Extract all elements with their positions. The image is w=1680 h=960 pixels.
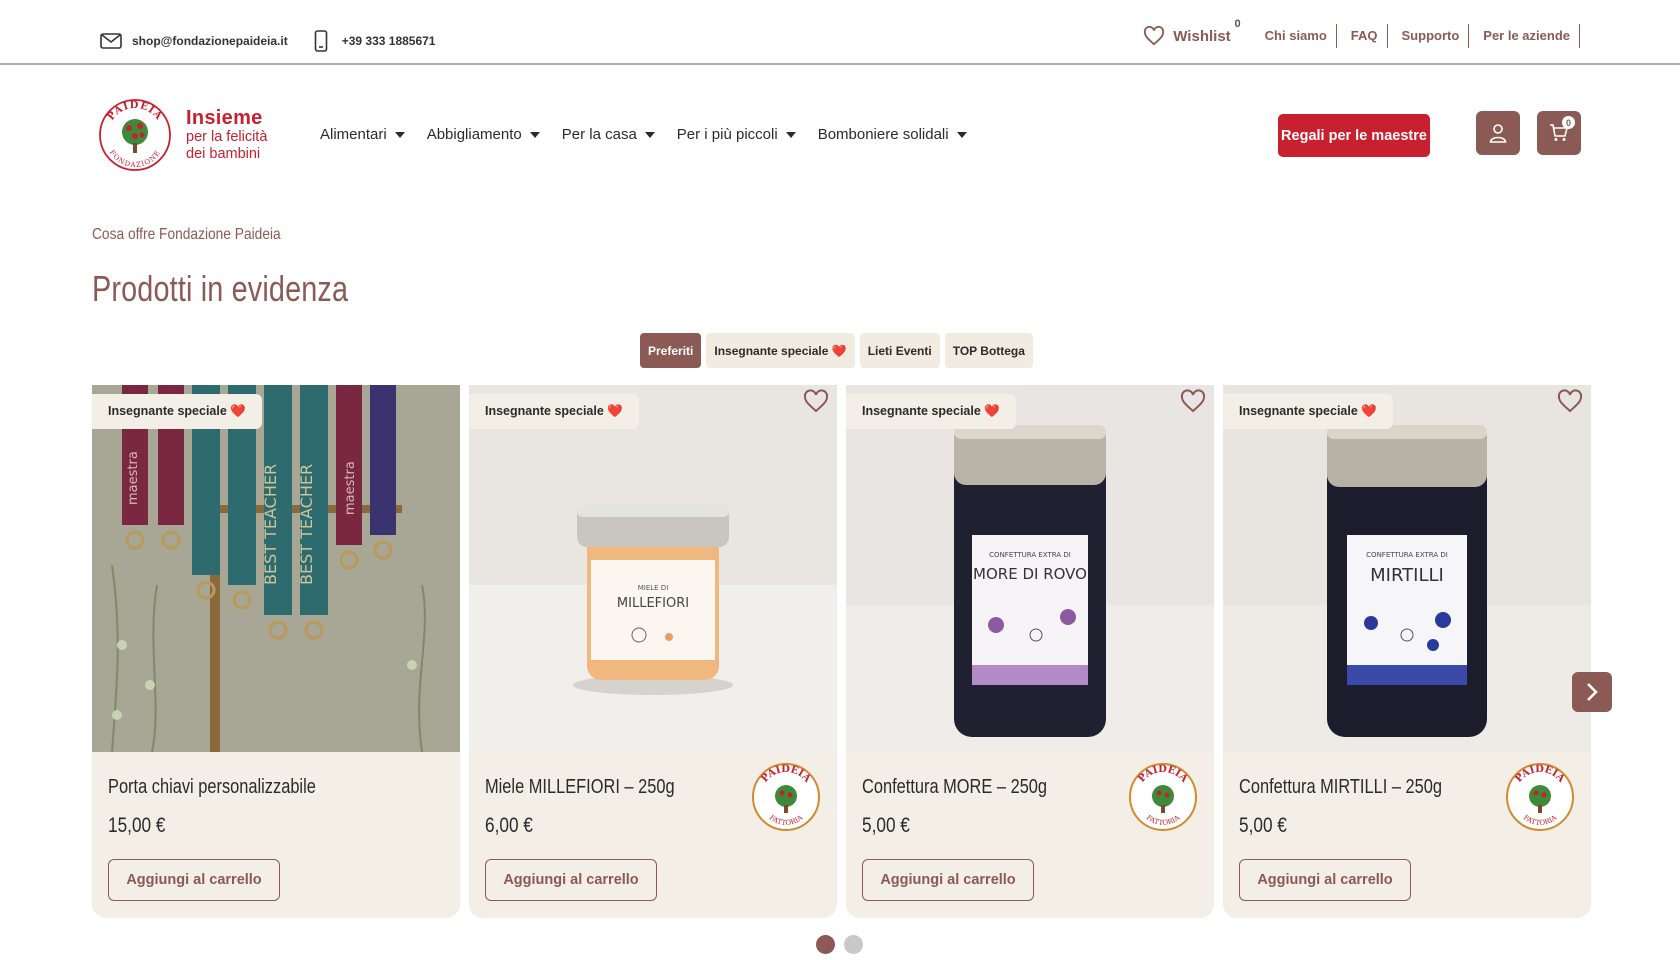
tab-top-bottega[interactable]: TOP Bottega (944, 333, 1033, 368)
svg-text:MIELE DI: MIELE DI (638, 584, 669, 592)
product-image-lanyards[interactable]: maestra BEST TEACHER BEST TEACHER maestr… (92, 385, 460, 752)
caret-down-icon (785, 131, 796, 138)
wishlist-heart-icon[interactable] (1557, 389, 1583, 415)
tab-lieti-eventi[interactable]: Lieti Eventi (859, 333, 940, 368)
product-badge: Insegnante speciale ❤️ (1223, 394, 1393, 429)
site-logo[interactable]: PAIDEIA FONDAZIONE Insieme per la felici… (98, 98, 267, 172)
caret-down-icon (644, 131, 655, 138)
tab-insegnante-speciale[interactable]: Insegnante speciale ❤️ (706, 333, 855, 368)
product-tabs: Preferiti Insegnante speciale ❤️ Lieti E… (640, 333, 1038, 368)
svg-text:maestra: maestra (126, 451, 141, 505)
link-per-le-aziende[interactable]: Per le aziende (1469, 24, 1580, 48)
link-chi-siamo[interactable]: Chi siamo (1251, 24, 1337, 48)
product-price: 15,00 € (108, 814, 166, 837)
product-card[interactable]: CONFETTURA EXTRA DI MORE DI ROVO Insegna… (846, 385, 1214, 918)
svg-text:BEST TEACHER: BEST TEACHER (297, 464, 316, 585)
nav-bomboniere-solidali[interactable]: Bomboniere solidali (818, 126, 967, 143)
wishlist-heart-icon[interactable] (803, 389, 829, 415)
regali-maestre-button[interactable]: Regali per le maestre (1278, 114, 1430, 157)
add-to-cart-button[interactable]: Aggiungi al carrello (862, 859, 1034, 901)
email-link[interactable]: shop@fondazionepaideia.it (132, 34, 288, 48)
wishlist-link[interactable]: Wishlist 0 (1143, 18, 1241, 46)
svg-text:MILLEFIORI: MILLEFIORI (617, 596, 689, 611)
carousel-pagination (816, 935, 872, 954)
carousel-dot-1[interactable] (816, 935, 835, 954)
product-image-blackberry-jam[interactable]: CONFETTURA EXTRA DI MORE DI ROVO (846, 385, 1214, 752)
product-title[interactable]: Miele MILLEFIORI – 250g (485, 776, 675, 799)
mail-icon (100, 30, 122, 52)
paideia-logo-mark: PAIDEIA FONDAZIONE (99, 99, 171, 171)
product-badge: Insegnante speciale ❤️ (469, 394, 639, 429)
caret-down-icon (394, 131, 405, 138)
product-image-honey[interactable]: MIELE DI MILLEFIORI (469, 385, 837, 752)
product-image-blueberry-jam[interactable]: CONFETTURA EXTRA DI MIRTILLI (1223, 385, 1591, 752)
paideia-fattoria-logo: PAIDEIA FATTORIA (1506, 763, 1574, 831)
nav-alimentari[interactable]: Alimentari (320, 126, 405, 143)
product-price: 5,00 € (862, 814, 910, 837)
carousel-dot-2[interactable] (844, 935, 863, 954)
phone-link[interactable]: +39 333 1885671 (342, 34, 436, 48)
product-badge: Insegnante speciale ❤️ (92, 394, 262, 429)
brand-title: Insieme (186, 107, 263, 129)
product-card[interactable]: CONFETTURA EXTRA DI MIRTILLI Insegnante … (1223, 385, 1591, 918)
svg-text:CONFETTURA EXTRA DI: CONFETTURA EXTRA DI (1366, 551, 1448, 559)
caret-down-icon (956, 131, 967, 138)
phone-icon (310, 30, 332, 52)
top-bar: shop@fondazionepaideia.it +39 333 188567… (0, 0, 1680, 65)
carousel-next-button[interactable] (1572, 672, 1612, 712)
wishlist-heart-icon[interactable] (1180, 389, 1206, 415)
brand-subtitle-2: dei bambini (186, 146, 261, 162)
heart-icon (1143, 26, 1173, 46)
cart-button[interactable]: 0 (1537, 111, 1581, 155)
link-faq[interactable]: FAQ (1337, 24, 1388, 48)
product-price: 5,00 € (1239, 814, 1287, 837)
add-to-cart-button[interactable]: Aggiungi al carrello (1239, 859, 1411, 901)
svg-text:BEST TEACHER: BEST TEACHER (261, 464, 280, 585)
product-card[interactable]: maestra BEST TEACHER BEST TEACHER maestr… (92, 385, 460, 918)
nav-per-la-casa[interactable]: Per la casa (562, 126, 655, 143)
paideia-fattoria-logo: PAIDEIA FATTORIA (752, 763, 820, 831)
wishlist-label: Wishlist (1173, 27, 1231, 45)
svg-text:CONFETTURA EXTRA DI: CONFETTURA EXTRA DI (989, 551, 1071, 559)
wishlist-count: 0 (1234, 18, 1241, 30)
section-title: Prodotti in evidenza (92, 268, 349, 309)
main-header: PAIDEIA FONDAZIONE Insieme per la felici… (0, 66, 1680, 206)
link-supporto[interactable]: Supporto (1388, 24, 1470, 48)
product-title[interactable]: Confettura MORE – 250g (862, 776, 1047, 799)
product-card[interactable]: MIELE DI MILLEFIORI Insegnante speciale … (469, 385, 837, 918)
svg-text:MORE DI ROVO: MORE DI ROVO (973, 565, 1087, 583)
nav-abbigliamento[interactable]: Abbigliamento (427, 126, 540, 143)
product-carousel: maestra BEST TEACHER BEST TEACHER maestr… (92, 385, 1591, 918)
top-links: Wishlist 0 Chi siamo FAQ Supporto Per le… (1143, 18, 1580, 48)
nav-per-i-piu-piccoli[interactable]: Per i più piccoli (677, 126, 796, 143)
product-price: 6,00 € (485, 814, 533, 837)
svg-text:maestra: maestra (343, 461, 358, 515)
add-to-cart-button[interactable]: Aggiungi al carrello (108, 859, 280, 901)
tab-preferiti[interactable]: Preferiti (640, 333, 702, 368)
main-nav: Alimentari Abbigliamento Per la casa Per… (320, 126, 989, 143)
section-kicker: Cosa offre Fondazione Paideia (92, 226, 281, 243)
paideia-fattoria-logo: PAIDEIA FATTORIA (1129, 763, 1197, 831)
cart-count-badge: 0 (1562, 116, 1575, 129)
brand-subtitle-1: per la felicità (186, 129, 268, 145)
add-to-cart-button[interactable]: Aggiungi al carrello (485, 859, 657, 901)
chevron-right-icon (1587, 683, 1598, 701)
product-title[interactable]: Confettura MIRTILLI – 250g (1239, 776, 1442, 799)
user-icon (1489, 124, 1507, 143)
caret-down-icon (529, 131, 540, 138)
product-title[interactable]: Porta chiavi personalizzabile (108, 776, 316, 799)
account-button[interactable] (1476, 111, 1520, 155)
product-badge: Insegnante speciale ❤️ (846, 394, 1016, 429)
svg-text:MIRTILLI: MIRTILLI (1370, 565, 1444, 586)
contact-info: shop@fondazionepaideia.it +39 333 188567… (100, 30, 435, 52)
